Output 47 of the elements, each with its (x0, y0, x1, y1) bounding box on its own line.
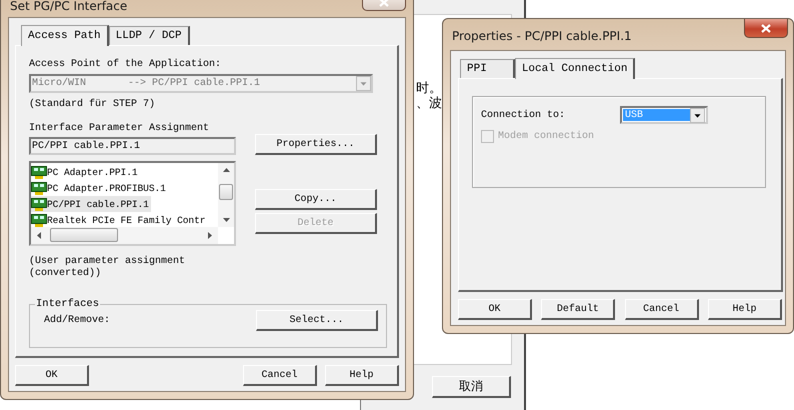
network-card-icon (31, 182, 47, 194)
tab[interactable]: Local Connection (514, 58, 636, 79)
tab[interactable]: Access Path (21, 25, 109, 46)
selected-value: USB (623, 109, 690, 121)
field-label: Access Point of the Application: (29, 59, 222, 70)
dialog-button[interactable]: Help (325, 365, 399, 386)
dialog-button[interactable]: OK (15, 365, 89, 386)
scroll-arrow-icon[interactable] (206, 232, 213, 239)
field-label: Interface Parameter Assignment (29, 123, 210, 134)
assignment-field[interactable]: PC/PPI cable.PPI.1 (29, 137, 236, 155)
list-item[interactable]: PC Adapter.PROFIBUS.1 (31, 180, 168, 196)
tab[interactable]: LLDP / DCP (108, 26, 190, 45)
properties-button[interactable]: Properties... (255, 134, 377, 155)
horizontal-scrollbar[interactable] (31, 227, 218, 244)
scroll-arrow-icon[interactable] (223, 216, 230, 223)
dialog-button[interactable]: Default (541, 299, 616, 320)
field-label: Add/Remove: (44, 315, 112, 326)
dialog-button[interactable]: Cancel (243, 365, 317, 386)
vertical-scrollbar[interactable] (218, 163, 234, 227)
field-label: Connection to: (481, 110, 566, 120)
group-title: Interfaces (35, 298, 100, 310)
note-text: (Standard für STEP 7) (29, 99, 156, 110)
scroll-arrow-icon[interactable] (36, 232, 43, 239)
window-title: Properties - PC/PPI cable.PPI.1 (451, 29, 632, 45)
tab[interactable]: PPI (460, 59, 515, 78)
cancel-button[interactable]: 取消 (432, 376, 511, 398)
list-item[interactable]: Realtek PCIe FE Family Contr (31, 212, 208, 228)
text-line: 、波 (416, 96, 442, 111)
network-card-icon (31, 166, 47, 178)
copy-button[interactable]: Copy... (255, 189, 377, 210)
close-button[interactable] (744, 19, 788, 38)
interface-list[interactable]: PC Adapter.PPI.1 PC Adapter.PROFIBUS.1 PC/PPI cable.PPI.1 Realtek PCIe FE Family Contr (29, 161, 236, 246)
window-title: Set PG/PC Interface (9, 0, 128, 15)
network-card-icon (31, 198, 47, 210)
network-card-icon (31, 214, 47, 226)
close-icon (378, 0, 390, 7)
note-text: (User parameter assignment (converted)) (29, 256, 186, 280)
text-line: 时。 (416, 81, 442, 96)
dialog-button[interactable]: OK (458, 299, 532, 320)
dialog-button[interactable]: Help (708, 299, 782, 320)
checkbox-label: Modem connection (498, 131, 594, 142)
select-button[interactable]: Select... (256, 310, 378, 331)
scroll-arrow-icon[interactable] (223, 167, 230, 174)
list-item[interactable]: PC Adapter.PPI.1 (31, 164, 140, 180)
list-item[interactable]: PC/PPI cable.PPI.1 (31, 196, 151, 212)
dialog-button[interactable]: Cancel (624, 299, 699, 320)
close-icon (760, 24, 772, 32)
